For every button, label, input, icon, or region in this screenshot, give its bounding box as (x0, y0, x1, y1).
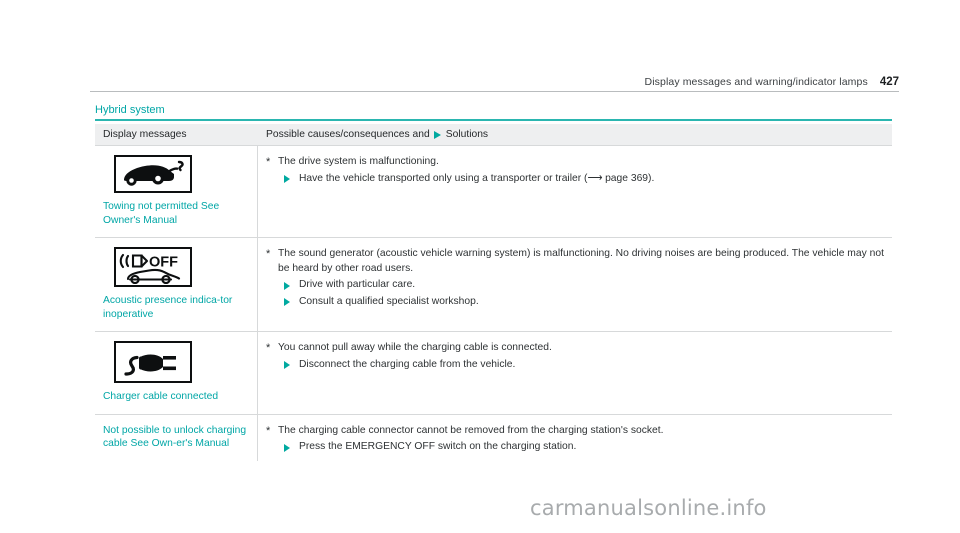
solution-text: Have the vehicle transported only using … (299, 172, 655, 184)
solution-text: Drive with particular care. (299, 279, 416, 290)
svg-text:OFF: OFF (149, 254, 178, 270)
solution-item: Have the vehicle transported only using … (266, 172, 884, 187)
table-row: OFF Acoustic presence indica-tor inopera… (95, 237, 892, 331)
table-row: Towing not permitted See Owner's Manual … (95, 145, 892, 237)
page-number: 427 (879, 76, 899, 88)
solution-item: Consult a qualified specialist workshop. (266, 295, 884, 310)
display-message-cell: OFF Acoustic presence indica-tor inopera… (95, 238, 258, 331)
column-header-solutions-text: Solutions (445, 129, 489, 140)
display-message-label: Charger cable connected (103, 391, 219, 402)
display-message-label: Towing not permitted See Owner's Manual (103, 201, 220, 226)
solution-item: Disconnect the charging cable from the v… (266, 358, 884, 373)
table-header-row: Display messages Possible causes/consequ… (95, 124, 892, 145)
acoustic-presence-off-icon: OFF (114, 247, 192, 287)
cause-bullet: * (266, 156, 271, 168)
cause-item: * The charging cable connector cannot be… (266, 424, 884, 439)
display-message-label: Not possible to unlock charging cable Se… (103, 424, 247, 450)
section-title: Hybrid system (95, 104, 165, 116)
causes-solutions-cell: * You cannot pull away while the chargin… (258, 332, 892, 414)
manual-page: Display messages and warning/indicator l… (0, 0, 960, 533)
running-header-title: Display messages and warning/indicator l… (644, 76, 868, 88)
section-rule (95, 119, 892, 121)
solution-text: Consult a qualified specialist workshop. (299, 295, 479, 307)
charger-cable-connected-glyph (124, 354, 176, 376)
solution-triangle-icon (284, 361, 290, 369)
causes-solutions-cell: * The charging cable connector cannot be… (258, 415, 892, 462)
cause-bullet: * (266, 342, 271, 354)
display-message-cell: Not possible to unlock charging cable Se… (95, 414, 258, 461)
display-messages-table: Display messages Possible causes/consequ… (95, 124, 892, 461)
solution-item: Press the EMERGENCY OFF switch on the ch… (266, 440, 884, 455)
table-row: Charger cable connected * You cannot pul… (95, 331, 892, 414)
solution-text: Press the EMERGENCY OFF switch on the ch… (299, 441, 577, 452)
solution-triangle-icon (284, 175, 290, 183)
solution-triangle-icon (284, 281, 290, 290)
solution-triangle-icon (284, 298, 290, 306)
causes-solutions-cell: * The drive system is malfunctioning. Ha… (258, 146, 892, 237)
towing-not-permitted-icon (114, 155, 192, 193)
table-row: Not possible to unlock charging cable Se… (95, 413, 892, 462)
acoustic-presence-off-glyph: OFF (119, 253, 181, 284)
solution-text: Disconnect the charging cable from the v… (299, 358, 516, 370)
solution-triangle-icon (284, 443, 290, 452)
cause-item: * You cannot pull away while the chargin… (266, 341, 884, 356)
column-header-display-messages: Display messages (103, 129, 187, 140)
running-header: Display messages and warning/indicator l… (90, 72, 899, 92)
solution-triangle-icon (433, 130, 441, 139)
watermark: carmanualsonline.info (530, 496, 767, 520)
column-header-causes-text: Possible causes/consequences and (266, 129, 430, 140)
cause-item: * The sound generator (acoustic vehicle … (266, 247, 884, 276)
causes-solutions-cell: * The sound generator (acoustic vehicle … (258, 238, 892, 331)
cause-text: The sound generator (acoustic vehicle wa… (278, 248, 884, 274)
cause-text: You cannot pull away while the charging … (278, 342, 552, 353)
display-message-cell: Towing not permitted See Owner's Manual (95, 146, 258, 237)
cause-text: The drive system is malfunctioning. (278, 156, 439, 167)
towing-not-permitted-glyph (124, 160, 184, 186)
cause-text: The charging cable connector cannot be r… (278, 424, 664, 436)
display-message-cell: Charger cable connected (95, 332, 258, 414)
charger-cable-connected-icon (114, 341, 192, 383)
display-message-label: Acoustic presence indica-tor inoperative (103, 295, 233, 320)
column-header-causes-solutions: Possible causes/consequences and Solutio… (258, 128, 892, 141)
cause-bullet: * (266, 248, 271, 260)
solution-item: Drive with particular care. (266, 278, 884, 293)
cause-bullet: * (266, 424, 271, 437)
cause-item: * The drive system is malfunctioning. (266, 155, 884, 170)
